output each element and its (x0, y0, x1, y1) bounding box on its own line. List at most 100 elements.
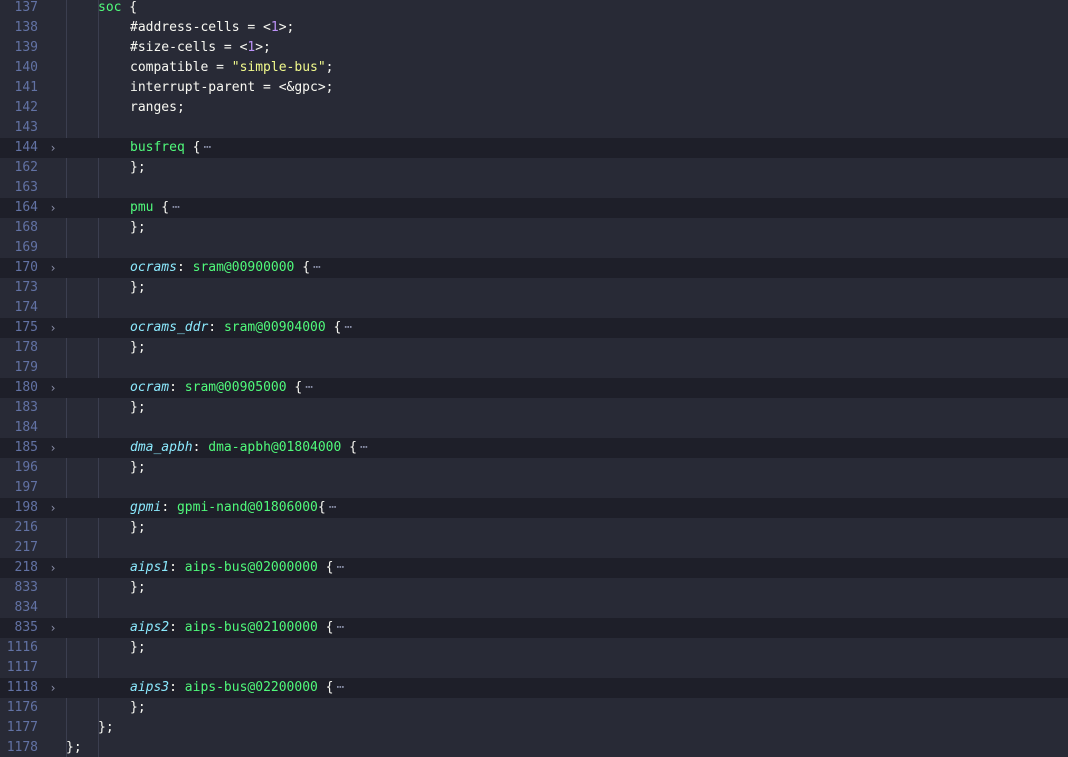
line-number: 834 (14, 600, 38, 615)
code-line[interactable]: 1176}; (0, 698, 1068, 718)
line-number: 184 (14, 420, 38, 435)
code-line[interactable]: 217 (0, 538, 1068, 558)
folded-code-line[interactable]: 144 › busfreq {⋯ (0, 138, 1068, 158)
line-number: 170 (14, 260, 38, 275)
line-number: 173 (14, 280, 38, 295)
folded-code-line[interactable]: 164 › pmu {⋯ (0, 198, 1068, 218)
code-token-plain: { (317, 560, 334, 575)
code-text: ocram: sram@00905000 {⋯ (130, 378, 313, 398)
code-line[interactable]: 1117 (0, 658, 1068, 678)
folded-ellipsis-icon[interactable]: ⋯ (305, 380, 313, 395)
code-token-plain: }; (130, 460, 146, 475)
code-line[interactable]: 138 #address-cells = <1>; (0, 18, 1068, 38)
code-line[interactable]: 196}; (0, 458, 1068, 478)
folded-code-line[interactable]: 1118 › aips3: aips-bus@02200000 {⋯ (0, 678, 1068, 698)
folded-ellipsis-icon[interactable]: ⋯ (360, 440, 368, 455)
code-token-label: aips3 (130, 680, 170, 695)
code-line[interactable]: 1177}; (0, 718, 1068, 738)
line-number: 1177 (6, 720, 38, 735)
code-text: busfreq {⋯ (130, 138, 211, 158)
chevron-right-icon[interactable]: › (47, 558, 59, 578)
folded-code-line[interactable]: 185 › dma_apbh: dma-apbh@01804000 {⋯ (0, 438, 1068, 458)
folded-ellipsis-icon[interactable]: ⋯ (344, 320, 352, 335)
code-token-node: aips-bus@02200000 (184, 680, 318, 695)
folded-code-line[interactable]: 198 › gpmi: gpmi-nand@01806000{⋯ (0, 498, 1068, 518)
code-text: ocrams: sram@00900000 {⋯ (130, 258, 321, 278)
folded-ellipsis-icon[interactable]: ⋯ (313, 260, 321, 275)
code-line[interactable]: 197 (0, 478, 1068, 498)
line-number: 162 (14, 160, 38, 175)
code-token-plain: }; (130, 160, 146, 175)
chevron-right-icon[interactable]: › (47, 618, 59, 638)
line-number: 835 (14, 620, 38, 635)
code-text: }; (130, 578, 146, 598)
chevron-right-icon[interactable]: › (47, 258, 59, 278)
chevron-right-icon[interactable]: › (47, 198, 59, 218)
code-token-label: ocram (130, 380, 170, 395)
folded-ellipsis-icon[interactable]: ⋯ (337, 620, 345, 635)
code-line[interactable]: 1178}; (0, 738, 1068, 757)
code-line[interactable]: 137 soc { (0, 0, 1068, 18)
code-token-plain: : (169, 380, 185, 395)
code-token-node: soc (98, 0, 122, 15)
line-number: 217 (14, 540, 38, 555)
chevron-right-icon[interactable]: › (47, 318, 59, 338)
code-line[interactable]: 183}; (0, 398, 1068, 418)
chevron-right-icon[interactable]: › (47, 498, 59, 518)
code-line[interactable]: 184 (0, 418, 1068, 438)
code-token-plain: { (317, 620, 334, 635)
code-token-plain: { (317, 680, 334, 695)
chevron-right-icon[interactable]: › (47, 678, 59, 698)
code-line[interactable]: 178}; (0, 338, 1068, 358)
folded-code-line[interactable]: 218 › aips1: aips-bus@02000000 {⋯ (0, 558, 1068, 578)
code-token-str: "simple-bus" (231, 60, 326, 75)
code-line[interactable]: 139 #size-cells = <1>; (0, 38, 1068, 58)
code-line[interactable]: 1116}; (0, 638, 1068, 658)
folded-code-line[interactable]: 835 › aips2: aips-bus@02100000 {⋯ (0, 618, 1068, 638)
code-line[interactable]: 174 (0, 298, 1068, 318)
code-text: aips2: aips-bus@02100000 {⋯ (130, 618, 344, 638)
code-editor[interactable]: 137 soc {138 #address-cells = <1>; 139 #size… (0, 0, 1068, 757)
code-token-label: ocrams_ddr (130, 320, 209, 335)
line-number: 833 (14, 580, 38, 595)
code-line[interactable]: 216}; (0, 518, 1068, 538)
folded-ellipsis-icon[interactable]: ⋯ (203, 140, 211, 155)
line-number: 183 (14, 400, 38, 415)
code-line[interactable]: 173}; (0, 278, 1068, 298)
code-line[interactable]: 142 ranges; (0, 98, 1068, 118)
line-number: 218 (14, 560, 38, 575)
folded-code-line[interactable]: 180 › ocram: sram@00905000 {⋯ (0, 378, 1068, 398)
folded-ellipsis-icon[interactable]: ⋯ (329, 500, 337, 515)
code-token-plain: ranges; (130, 100, 185, 115)
code-line[interactable]: 168}; (0, 218, 1068, 238)
line-number: 174 (14, 300, 38, 315)
code-line[interactable]: 169 (0, 238, 1068, 258)
line-number: 179 (14, 360, 38, 375)
code-line[interactable]: 143 (0, 118, 1068, 138)
line-number: 1117 (6, 660, 38, 675)
code-line[interactable]: 179 (0, 358, 1068, 378)
code-line[interactable]: 140 compatible = "simple-bus"; (0, 58, 1068, 78)
code-line[interactable]: 833}; (0, 578, 1068, 598)
code-token-plain: }; (130, 400, 146, 415)
code-text: pmu {⋯ (130, 198, 180, 218)
code-line[interactable]: 834 (0, 598, 1068, 618)
code-text: dma_apbh: dma-apbh@01804000 {⋯ (130, 438, 368, 458)
code-token-plain: : (169, 620, 185, 635)
folded-ellipsis-icon[interactable]: ⋯ (337, 680, 345, 695)
chevron-right-icon[interactable]: › (47, 138, 59, 158)
line-number: 141 (14, 80, 38, 95)
code-line[interactable]: 163 (0, 178, 1068, 198)
folded-code-line[interactable]: 175 › ocrams_ddr: sram@00904000 {⋯ (0, 318, 1068, 338)
code-text: aips1: aips-bus@02000000 {⋯ (130, 558, 344, 578)
folded-ellipsis-icon[interactable]: ⋯ (172, 200, 180, 215)
chevron-right-icon[interactable]: › (47, 438, 59, 458)
chevron-right-icon[interactable]: › (47, 378, 59, 398)
code-text: }; (130, 218, 146, 238)
code-line[interactable]: 162}; (0, 158, 1068, 178)
code-line[interactable]: 141 interrupt-parent = <&gpc>; (0, 78, 1068, 98)
folded-code-line[interactable]: 170 › ocrams: sram@00900000 {⋯ (0, 258, 1068, 278)
code-text: interrupt-parent = <&gpc>; (130, 78, 334, 98)
folded-ellipsis-icon[interactable]: ⋯ (337, 560, 345, 575)
line-number: 178 (14, 340, 38, 355)
